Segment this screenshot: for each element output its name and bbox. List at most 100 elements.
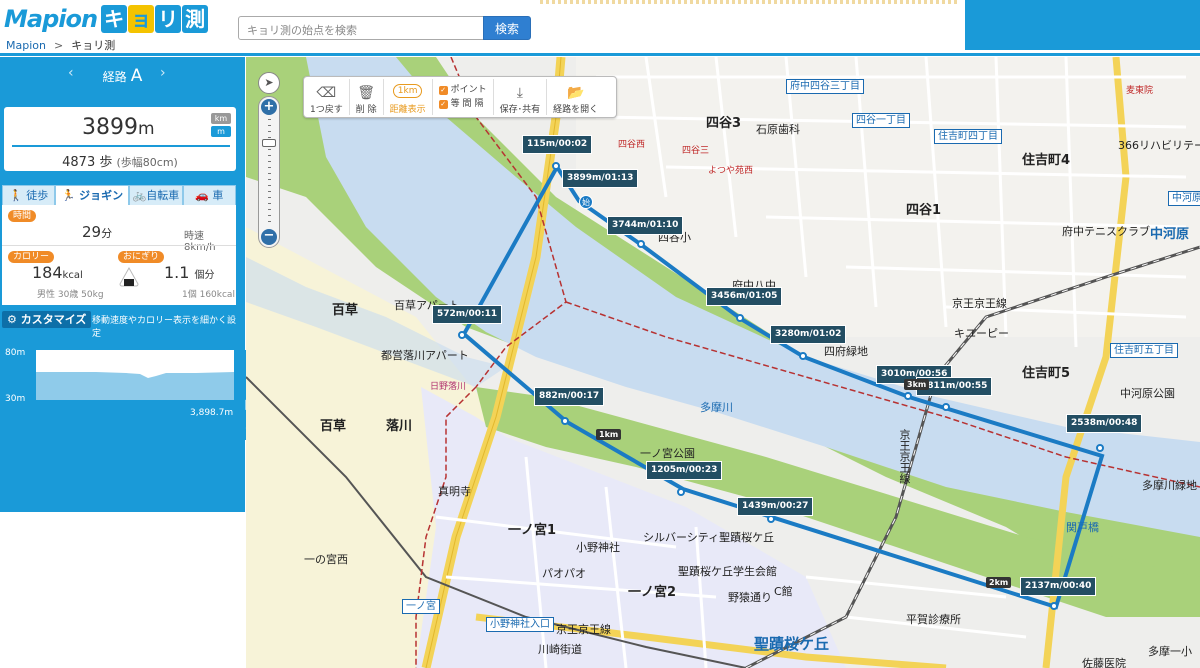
elevation-bottom-label: 30m	[5, 394, 26, 404]
route-point[interactable]	[942, 403, 950, 411]
distance-display-button[interactable]: 1km 距離表示	[384, 79, 433, 115]
route-point[interactable]	[799, 352, 807, 360]
route-point[interactable]	[736, 314, 744, 322]
calorie-unit: kcal	[62, 270, 83, 281]
save-share-label: 保存･共有	[499, 105, 541, 115]
prev-route-icon[interactable]: ‹	[68, 65, 74, 81]
onigiri-icon	[119, 267, 139, 287]
ad-banner[interactable]	[965, 0, 1200, 50]
place-fuchu-yotsuya3: 府中四谷三丁目	[786, 79, 864, 94]
route-marker[interactable]: 3456m/01:05	[706, 287, 783, 306]
delete-button[interactable]: 🗑 削 除	[350, 79, 384, 115]
open-route-button[interactable]: 📂 経路を開く	[547, 79, 604, 115]
route-marker[interactable]: 2137m/00:40	[1020, 577, 1097, 596]
logo-char: ョ	[128, 5, 155, 33]
zoom-in-button[interactable]: +	[261, 99, 277, 115]
route-label-text: 経路	[102, 70, 127, 84]
route-marker[interactable]: 3899m/01:13	[562, 169, 639, 188]
place-tamagawa: 多摩川	[700, 401, 733, 414]
logo-char: 測	[182, 5, 209, 33]
time-value: 29分	[82, 223, 112, 241]
route-point[interactable]	[904, 392, 912, 400]
point-option[interactable]: ✓ ポイント	[438, 83, 487, 97]
search-input[interactable]: キョリ測の始点を検索	[238, 16, 484, 40]
next-route-icon[interactable]: ›	[160, 65, 166, 81]
route-marker[interactable]: 1439m/00:27	[737, 497, 814, 516]
route-point[interactable]	[767, 515, 775, 523]
checkbox-checked-icon[interactable]: ✓	[438, 99, 448, 109]
gear-icon: ⚙	[7, 313, 17, 326]
place-yotsuya-nishi: 四谷西	[618, 140, 646, 150]
stats-card: 時間 29分 時速 8km/h カロリー 184kcal 男性 30歳 50kg…	[2, 205, 236, 305]
search-button[interactable]: 検索	[483, 16, 531, 40]
interval-label: 等 間 隔	[450, 99, 484, 109]
onigiri-tag: おにぎり	[118, 251, 165, 263]
bike-icon: 🚲	[132, 189, 147, 202]
backspace-icon: ⌫	[316, 85, 337, 101]
place-ochikawa: 落川	[386, 419, 413, 434]
map-canvas[interactable]: 四谷3 四谷1 住吉町4 住吉町5 百草 百草 落川 一ノ宮1 一ノ宮2 多摩川…	[246, 57, 1200, 668]
place-silver-city: シルバーシティ聖蹟桜ケ丘	[643, 531, 775, 544]
zoom-rail[interactable]	[268, 119, 271, 225]
km-label: 2km	[986, 577, 1012, 588]
place-sumiyoshi4: 住吉町4	[1022, 153, 1071, 168]
time-unit: 分	[101, 227, 113, 240]
header: Mapion キ ョ リ 測 Mapion > キョリ測 キョリ測の始点を検索 検索	[0, 0, 1200, 56]
route-point[interactable]	[458, 331, 466, 339]
place-paopao: パオパオ	[542, 567, 586, 580]
customize-note: 移動速度やカロリー表示を細かく設定	[92, 316, 237, 339]
start-badge[interactable]: 始	[579, 195, 593, 209]
place-hyakusou-1: 百草	[332, 303, 359, 318]
route-marker[interactable]: 115m/00:02	[522, 135, 593, 154]
mode-tabs: 🚶 徒歩 🏃 ジョギング 🚲自転車 🚗 車	[2, 185, 236, 222]
place-fuchu-tennis: 府中テニスクラブ	[1062, 225, 1150, 238]
zoom-out-button[interactable]: −	[261, 229, 277, 245]
route-marker[interactable]: 3744m/01:10	[607, 216, 684, 235]
route-point[interactable]	[677, 488, 685, 496]
customize-button[interactable]: ⚙ カスタマイズ	[2, 311, 92, 328]
onigiri-sub: 1個 160kcal	[182, 290, 235, 300]
calorie-sub: 男性 30歳 50kg	[37, 290, 104, 300]
customize-label: カスタマイズ	[20, 313, 87, 326]
mapion-logo[interactable]: Mapion キ ョ リ 測	[4, 4, 209, 34]
checkbox-checked-icon[interactable]: ✓	[438, 85, 448, 95]
route-point[interactable]	[561, 417, 569, 425]
interval-option[interactable]: ✓ 等 間 隔	[438, 97, 487, 111]
route-point[interactable]	[637, 240, 645, 248]
place-tama-first: 多摩一小	[1148, 645, 1192, 658]
route-marker[interactable]: 3280m/01:02	[770, 325, 847, 344]
tab-jogging[interactable]: 🏃 ジョギング	[55, 185, 130, 222]
unit-km-toggle[interactable]: km	[211, 113, 231, 124]
place-yotsuya-san: 四谷三	[682, 146, 710, 156]
place-rehab: 366リハビリテー	[1118, 139, 1200, 152]
tab-bicycle[interactable]: 🚲自転車	[129, 185, 183, 205]
panel-bottom-area	[0, 512, 245, 668]
speed-text: 時速 8km/h	[184, 231, 216, 253]
compass-icon[interactable]: ➤	[258, 72, 280, 94]
route-marker[interactable]: 1205m/00:23	[646, 461, 723, 480]
place-ichinomiya-st: 一の宮西	[304, 553, 348, 566]
breadcrumb-home[interactable]: Mapion	[6, 39, 46, 52]
save-share-button[interactable]: ⤓ 保存･共有	[494, 79, 548, 115]
place-sato: 佐藤医院	[1082, 657, 1126, 668]
route-point[interactable]	[552, 162, 560, 170]
route-point[interactable]	[1096, 444, 1104, 452]
zoom-thumb[interactable]	[262, 139, 276, 147]
route-marker[interactable]: 2538m/00:48	[1066, 414, 1143, 433]
tab-car[interactable]: 🚗 車	[182, 185, 236, 205]
place-hyakusou-2: 百草	[320, 419, 347, 434]
route-point[interactable]	[1050, 602, 1058, 610]
undo-button[interactable]: ⌫ 1つ戻す	[304, 79, 350, 115]
route-marker[interactable]: 882m/00:17	[534, 387, 605, 406]
place-yotsuya1: 四谷1	[906, 203, 942, 218]
route-label: 経路 A	[103, 66, 143, 86]
tab-walk[interactable]: 🚶 徒歩	[2, 185, 56, 205]
place-hiraga: 平賀診療所	[906, 613, 961, 626]
walk-icon: 🚶	[9, 189, 23, 202]
place-keio-line-1: 京王京王線	[952, 297, 1007, 310]
steps-text: 4873 歩 (歩幅80cm)	[4, 151, 236, 170]
unit-m-toggle[interactable]: m	[211, 126, 231, 137]
calorie-value: 184kcal	[32, 263, 83, 282]
route-marker[interactable]: 572m/00:11	[432, 305, 503, 324]
km-label: 3km	[904, 379, 930, 390]
